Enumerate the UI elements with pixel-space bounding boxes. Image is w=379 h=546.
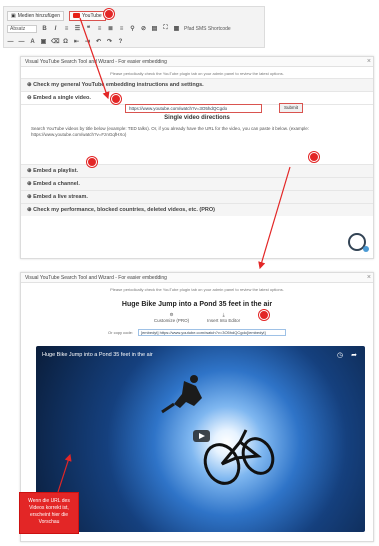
youtube-icon [73, 13, 80, 18]
section-live-stream[interactable]: ⊕ Embed a live stream. [21, 190, 373, 203]
outdent-icon[interactable]: ⇤ [73, 38, 80, 45]
special-char-icon[interactable]: Ω [62, 39, 69, 45]
copy-code-field[interactable]: [embedyt] https://www.youtube.com/watch?… [137, 329, 286, 336]
link-button[interactable]: ⚲ [129, 25, 136, 32]
section-label: Check my performance, blocked countries,… [33, 207, 216, 213]
section-label: Check my general YouTube embedding instr… [33, 82, 204, 88]
annotation-marker-3 [87, 157, 97, 167]
fullscreen-icon[interactable]: ⛶ [162, 25, 169, 32]
play-button[interactable] [193, 430, 210, 442]
video-preview[interactable]: Huge Bike Jump into a Pond 35 feet in th… [36, 346, 365, 532]
embed-options: ⚙ Customize (PRO) ⤓ Insert Into Editor [21, 312, 373, 324]
section-playlist[interactable]: ⊕ Embed a playlist. [21, 164, 373, 177]
bullet-list-button[interactable]: ≡ [63, 26, 70, 32]
copy-code-label: Or copy code: [108, 330, 133, 335]
quote-icon[interactable]: ❝ [85, 25, 92, 32]
annotation-marker-2 [111, 94, 121, 104]
insert-label: Insert Into Editor [207, 318, 241, 323]
panel-intro: Please periodically check the YouTube pl… [110, 71, 284, 76]
submit-button[interactable]: Submit [279, 103, 303, 113]
plugin-logo-icon [348, 233, 369, 252]
italic-button[interactable]: I [52, 26, 59, 32]
help-keyboard-icon[interactable]: ? [117, 39, 124, 45]
video-url-input[interactable]: https://www.youtube.com/watch?v=3O5hdQCg… [125, 104, 262, 113]
panel-title-text: Visual YouTube Search Tool and Wizard - … [25, 275, 167, 281]
customize-option[interactable]: ⚙ Customize (PRO) [154, 312, 189, 324]
unlink-icon[interactable]: ⊘ [140, 25, 147, 32]
panel-intro: Please periodically check the YouTube pl… [110, 287, 284, 292]
toolbar-row-media: ▣ Medien hinzufügen YouTube [7, 10, 106, 21]
media-icon: ▣ [11, 12, 16, 19]
insert-into-editor-option[interactable]: ⤓ Insert Into Editor [207, 312, 240, 324]
embed-video-title: Huge Bike Jump into a Pond 35 feet in th… [121, 301, 273, 308]
format-select[interactable]: Absatz [7, 24, 37, 33]
undo-icon[interactable]: ↶ [95, 38, 102, 45]
toolbar-extra-label: Pfad SMS Shortcode [184, 25, 231, 32]
align-right-icon[interactable]: ≡ [118, 26, 125, 32]
section-label: Embed a playlist. [33, 168, 79, 174]
toolbar-row-advanced: — ― A ▣ ⌫ Ω ⇤ ⇥ ↶ ↷ ? [7, 37, 124, 46]
annotation-marker-1 [104, 9, 114, 19]
section-channel[interactable]: ⊕ Embed a channel. [21, 177, 373, 190]
youtube-button[interactable]: YouTube [69, 10, 106, 21]
align-center-icon[interactable]: ≣ [107, 25, 114, 32]
horizontal-line-icon[interactable]: ― [18, 39, 25, 45]
close-icon[interactable]: × [367, 273, 371, 283]
section-label: Embed a channel. [33, 181, 80, 187]
annotation-marker-5 [259, 310, 269, 320]
section-label: Embed a single video. [33, 95, 91, 101]
section-label: Embed a live stream. [33, 194, 88, 200]
align-left-icon[interactable]: ≡ [96, 26, 103, 32]
single-video-body: Single video directions Search YouTube v… [21, 104, 373, 164]
directions-title: Single video directions [164, 115, 230, 121]
copy-code-row: Or copy code: [embedyt] https://www.yout… [21, 329, 373, 336]
add-media-button[interactable]: ▣ Medien hinzufügen [7, 10, 64, 21]
panel-title: Visual YouTube Search Tool and Wizard - … [21, 57, 373, 67]
toolbar-row-format: Absatz B I ≡ ☰ ❝ ≡ ≣ ≡ ⚲ ⊘ ▤ ⛶ ▦ Pfad SM… [7, 24, 231, 33]
add-media-label: Medien hinzufügen [17, 12, 60, 19]
toggle-toolbar-icon[interactable]: ▦ [173, 25, 180, 32]
redo-icon[interactable]: ↷ [106, 38, 113, 45]
section-single-video[interactable]: ⊖ Embed a single video. [21, 91, 373, 104]
annotation-callout: Wenn die URL des Videos korrekt ist, ers… [19, 492, 79, 534]
numbered-list-icon[interactable]: ☰ [74, 25, 81, 32]
clear-format-icon[interactable]: ⌫ [51, 38, 59, 45]
section-performance[interactable]: ⊕ Check my performance, blocked countrie… [21, 203, 373, 216]
annotation-marker-4 [309, 152, 319, 162]
more-tag-icon[interactable]: ▤ [151, 25, 158, 32]
indent-icon[interactable]: ⇥ [84, 38, 91, 45]
customize-label: Customize (PRO) [153, 318, 190, 323]
panel-title-text: Visual YouTube Search Tool and Wizard - … [25, 59, 167, 65]
editor-toolbar: ▣ Medien hinzufügen YouTube Absatz B I ≡… [3, 6, 265, 48]
bold-button[interactable]: B [41, 26, 48, 32]
wizard-panel-search: Visual YouTube Search Tool and Wizard - … [20, 56, 374, 259]
youtube-label: YouTube [82, 12, 102, 19]
close-icon[interactable]: × [367, 57, 371, 67]
section-general-settings[interactable]: ⊕ Check my general YouTube embedding ins… [21, 78, 373, 91]
panel-title: Visual YouTube Search Tool and Wizard - … [21, 273, 373, 283]
paste-text-icon[interactable]: ▣ [40, 38, 47, 45]
strikethrough-icon[interactable]: — [7, 39, 14, 45]
directions-text: Search YouTube videos by title below (ex… [31, 126, 309, 137]
text-color-button[interactable]: A [29, 39, 36, 45]
